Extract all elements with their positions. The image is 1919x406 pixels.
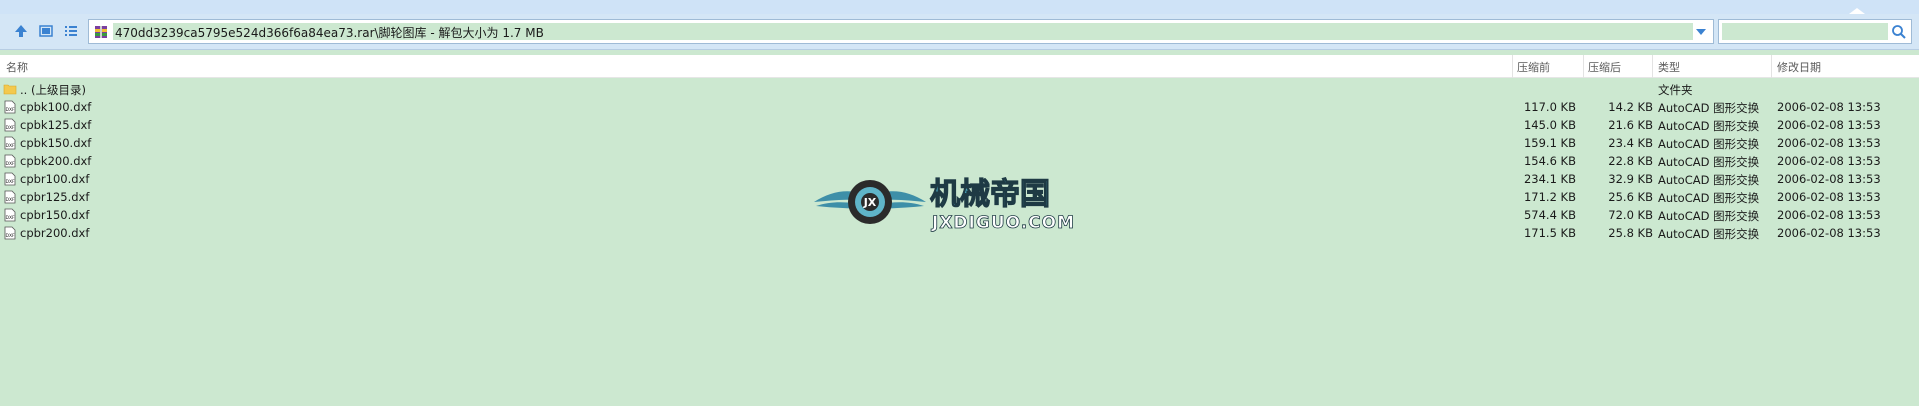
file-packed-size: 159.1 KB — [1523, 136, 1576, 150]
file-date: 2006-02-08 13:53 — [1777, 208, 1881, 222]
file-compressed-size: 14.2 KB — [1608, 100, 1653, 114]
watermark-logo: JX 机械帝国 JXDIGUO.COM — [812, 170, 1102, 234]
svg-text:DXF: DXF — [6, 197, 16, 203]
dxf-file-icon: DXF — [4, 172, 16, 186]
svg-text:DXF: DXF — [6, 179, 16, 185]
dxf-file-icon: DXF — [4, 118, 16, 132]
table-row[interactable]: DXF cpbk150.dxf 159.1 KB 23.4 KB AutoCAD… — [0, 134, 1919, 152]
file-type: AutoCAD 图形交换 — [1658, 173, 1760, 187]
file-compressed-size: 72.0 KB — [1608, 208, 1653, 222]
file-packed-size: 117.0 KB — [1523, 100, 1576, 114]
column-packed[interactable]: 压缩前 — [1517, 59, 1550, 75]
file-packed-size: 574.4 KB — [1523, 208, 1576, 222]
file-name: cpbk125.dxf — [20, 118, 92, 132]
chevron-down-icon — [1696, 29, 1706, 35]
search-box[interactable] — [1718, 19, 1912, 44]
thumbnail-view-icon — [39, 25, 53, 37]
file-date: 2006-02-08 13:53 — [1777, 226, 1881, 240]
dxf-file-icon: DXF — [4, 226, 16, 240]
toolbar: 470dd3239ca5795e524d366f6a84ea73.rar\脚轮图… — [0, 14, 1919, 50]
svg-text:DXF: DXF — [6, 161, 16, 167]
address-path: 470dd3239ca5795e524d366f6a84ea73.rar\脚轮图… — [115, 26, 544, 40]
file-name: cpbk200.dxf — [20, 154, 92, 168]
file-date: 2006-02-08 13:53 — [1777, 172, 1881, 186]
address-bar[interactable]: 470dd3239ca5795e524d366f6a84ea73.rar\脚轮图… — [88, 19, 1714, 44]
table-row[interactable]: DXF cpbk200.dxf 154.6 KB 22.8 KB AutoCAD… — [0, 152, 1919, 170]
arrow-up-icon — [15, 25, 27, 37]
file-type: AutoCAD 图形交换 — [1658, 209, 1760, 223]
file-date: 2006-02-08 13:53 — [1777, 136, 1881, 150]
file-name: .. (上级目录) — [20, 83, 86, 97]
table-row[interactable]: DXF cpbk125.dxf 145.0 KB 21.6 KB AutoCAD… — [0, 116, 1919, 134]
file-packed-size: 154.6 KB — [1523, 154, 1576, 168]
file-compressed-size: 32.9 KB — [1608, 172, 1653, 186]
dxf-file-icon: DXF — [4, 190, 16, 204]
column-separator[interactable] — [1652, 55, 1653, 78]
file-type: AutoCAD 图形交换 — [1658, 155, 1760, 169]
menu-strip — [0, 0, 1919, 14]
file-type: AutoCAD 图形交换 — [1658, 137, 1760, 151]
address-dropdown-button[interactable] — [1693, 24, 1709, 40]
rar-archive-icon — [95, 26, 107, 38]
dxf-file-icon: DXF — [4, 208, 16, 222]
file-type: 文件夹 — [1658, 83, 1693, 97]
file-compressed-size: 25.6 KB — [1608, 190, 1653, 204]
column-name[interactable]: 名称 — [6, 59, 28, 75]
file-name: cpbk150.dxf — [20, 136, 92, 150]
watermark-url: JXDIGUO.COM — [931, 213, 1075, 233]
file-compressed-size: 22.8 KB — [1608, 154, 1653, 168]
column-separator[interactable] — [1512, 55, 1513, 78]
dxf-file-icon: DXF — [4, 136, 16, 150]
file-type: AutoCAD 图形交换 — [1658, 191, 1760, 205]
svg-text:DXF: DXF — [6, 143, 16, 149]
svg-text:JX: JX — [863, 196, 877, 209]
file-name: cpbr150.dxf — [20, 208, 90, 222]
watermark-emblem-icon: JX 机械帝国 JXDIGUO.COM — [814, 176, 1075, 233]
column-size[interactable]: 压缩后 — [1588, 59, 1621, 75]
search-button[interactable] — [1891, 24, 1907, 40]
column-header: 名称 压缩前 压缩后 类型 修改日期 — [0, 55, 1919, 78]
search-input[interactable] — [1722, 23, 1888, 40]
file-packed-size: 171.2 KB — [1523, 190, 1576, 204]
file-name: cpbr100.dxf — [20, 172, 90, 186]
file-date: 2006-02-08 13:53 — [1777, 154, 1881, 168]
file-type: AutoCAD 图形交换 — [1658, 101, 1760, 115]
svg-text:DXF: DXF — [6, 233, 16, 239]
file-name: cpbr125.dxf — [20, 190, 90, 204]
column-date[interactable]: 修改日期 — [1777, 59, 1821, 75]
table-row[interactable]: DXF cpbk100.dxf 117.0 KB 14.2 KB AutoCAD… — [0, 98, 1919, 116]
column-type[interactable]: 类型 — [1658, 59, 1680, 75]
file-compressed-size: 21.6 KB — [1608, 118, 1653, 132]
svg-text:DXF: DXF — [6, 107, 16, 113]
list-item-parent-dir[interactable]: .. (上级目录) 文件夹 — [0, 80, 1919, 98]
folder-icon — [3, 84, 17, 95]
file-packed-size: 171.5 KB — [1523, 226, 1576, 240]
dxf-file-icon: DXF — [4, 154, 16, 168]
svg-text:DXF: DXF — [6, 125, 16, 131]
file-compressed-size: 25.8 KB — [1608, 226, 1653, 240]
watermark-title: 机械帝国 — [930, 177, 1050, 212]
column-separator[interactable] — [1583, 55, 1584, 78]
column-separator[interactable] — [1771, 55, 1772, 78]
view-thumbnail-button[interactable] — [37, 22, 55, 40]
list-view-icon — [65, 26, 77, 36]
file-type: AutoCAD 图形交换 — [1658, 227, 1760, 241]
file-date: 2006-02-08 13:53 — [1777, 190, 1881, 204]
file-compressed-size: 23.4 KB — [1608, 136, 1653, 150]
svg-text:DXF: DXF — [6, 215, 16, 221]
file-date: 2006-02-08 13:53 — [1777, 100, 1881, 114]
up-level-button[interactable] — [12, 22, 30, 40]
file-name: cpbr200.dxf — [20, 226, 90, 240]
view-list-button[interactable] — [62, 22, 80, 40]
dxf-file-icon: DXF — [4, 100, 16, 114]
search-icon — [1892, 25, 1906, 39]
file-packed-size: 145.0 KB — [1523, 118, 1576, 132]
file-name: cpbk100.dxf — [20, 100, 92, 114]
file-date: 2006-02-08 13:53 — [1777, 118, 1881, 132]
file-packed-size: 234.1 KB — [1523, 172, 1576, 186]
file-type: AutoCAD 图形交换 — [1658, 119, 1760, 133]
